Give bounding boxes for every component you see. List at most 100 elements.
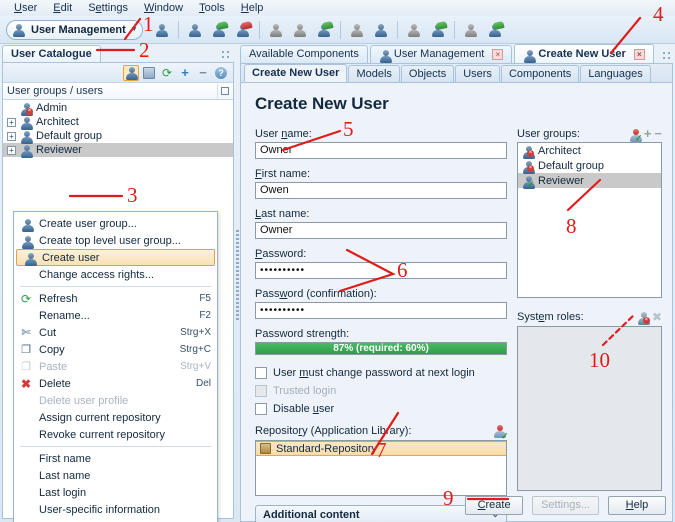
toolbar-clipboard-edit-button[interactable] bbox=[403, 19, 425, 41]
menu-item-user[interactable]: User bbox=[6, 1, 45, 15]
catalogue-remove-button[interactable]: − bbox=[195, 65, 211, 81]
password-input[interactable]: •••••••••• bbox=[255, 262, 507, 279]
tab-form-objects[interactable]: Objects bbox=[400, 65, 455, 82]
context-menu-item-label: Delete bbox=[39, 377, 71, 390]
context-menu: Create user group... Create top level us… bbox=[13, 211, 218, 522]
tab-create-new-user[interactable]: Create New User × bbox=[514, 44, 654, 63]
tab-user-catalogue[interactable]: User Catalogue bbox=[2, 45, 101, 62]
context-menu-item-cut[interactable]: ✄ Cut Strg+X bbox=[14, 324, 217, 341]
user-name-input[interactable]: Owner bbox=[255, 142, 507, 159]
tree-item-admin[interactable]: × Admin bbox=[3, 101, 233, 116]
tab-form-create-new-user[interactable]: Create New User bbox=[244, 64, 348, 82]
first-name-input[interactable]: Owen bbox=[255, 182, 507, 199]
tab-user-management[interactable]: User Management × bbox=[369, 45, 513, 63]
help-button[interactable]: Help bbox=[608, 496, 666, 515]
context-menu-item-label: First name bbox=[39, 452, 91, 465]
checkbox-disable-user[interactable] bbox=[255, 403, 267, 415]
context-menu-item-create-top-level-user-group[interactable]: Create top level user group... bbox=[14, 232, 217, 249]
context-menu-item-revoke-current-repository[interactable]: Revoke current repository bbox=[14, 426, 217, 443]
toolbar-user-red-hat-button[interactable] bbox=[232, 19, 254, 41]
user-admin-icon: × bbox=[20, 102, 33, 116]
toolbar-user-disabled-button[interactable] bbox=[265, 19, 287, 41]
close-icon[interactable]: × bbox=[633, 48, 645, 60]
user-group-item[interactable]: × Default group bbox=[518, 158, 661, 174]
toolbar-clipboard-user-button[interactable] bbox=[370, 19, 392, 41]
catalogue-help-button[interactable]: ? bbox=[213, 65, 229, 81]
tab-form-users[interactable]: Users bbox=[455, 65, 500, 82]
toolbar-key-button[interactable] bbox=[289, 19, 311, 41]
checkbox-row-disable-user[interactable]: Disable user bbox=[255, 400, 507, 418]
toolbar-lock-blue-button[interactable] bbox=[460, 19, 482, 41]
tab-label: User Management bbox=[393, 48, 485, 60]
toolbar-user-settings-button[interactable] bbox=[346, 19, 368, 41]
remove-icon[interactable]: − bbox=[654, 127, 662, 140]
group-icon bbox=[20, 130, 33, 144]
catalogue-save-button[interactable] bbox=[141, 65, 157, 81]
context-menu-item-copy[interactable]: ❐ Copy Strg+C bbox=[14, 341, 217, 358]
panel-splitter[interactable] bbox=[236, 230, 239, 320]
add-icon[interactable]: + bbox=[644, 127, 652, 140]
checkbox-row-trusted-login: Trusted login bbox=[255, 382, 507, 400]
menu-item-edit[interactable]: Edit bbox=[45, 1, 80, 15]
user-group-item[interactable]: × Architect bbox=[518, 143, 661, 159]
context-menu-item-last-login[interactable]: Last login bbox=[14, 484, 217, 501]
tab-form-languages[interactable]: Languages bbox=[580, 65, 651, 82]
expander-icon[interactable]: + bbox=[7, 131, 16, 141]
perspective-combo[interactable]: User Management ▼ bbox=[6, 19, 143, 40]
repository-assign-icon[interactable]: ✓ bbox=[493, 424, 509, 441]
last-name-input[interactable]: Owner bbox=[255, 222, 507, 239]
column-chooser-icon[interactable] bbox=[217, 84, 231, 98]
remove-role-icon[interactable]: ✖ bbox=[652, 310, 662, 324]
context-menu-item-assigned-repositories[interactable]: Assigned repositories bbox=[14, 518, 217, 522]
menu-item-tools[interactable]: Tools bbox=[191, 1, 233, 15]
tree-item-architect[interactable]: + Architect bbox=[3, 115, 233, 130]
catalogue-refresh-button[interactable]: ⟳ bbox=[159, 65, 175, 81]
close-icon[interactable]: × bbox=[492, 49, 504, 60]
context-menu-item-change-access-rights[interactable]: Change access rights... bbox=[14, 266, 217, 283]
tab-available-components[interactable]: Available Components bbox=[240, 45, 368, 63]
user-group-item[interactable]: ✓ Reviewer bbox=[518, 173, 661, 189]
context-menu-item-user-specific-information[interactable]: User-specific information bbox=[14, 501, 217, 518]
context-menu-item-assign-current-repository[interactable]: Assign current repository bbox=[14, 409, 217, 426]
user-groups-listbox[interactable]: × Architect × Default group ✓ Reviewer bbox=[517, 142, 662, 298]
context-menu-item-accel: Strg+V bbox=[180, 361, 211, 372]
catalogue-add-button[interactable]: + bbox=[177, 65, 193, 81]
catalogue-user-button[interactable] bbox=[123, 64, 139, 81]
toolbar-user-button[interactable] bbox=[151, 19, 173, 41]
expander-icon[interactable]: + bbox=[7, 117, 16, 127]
context-menu-item-rename[interactable]: Rename... F2 bbox=[14, 307, 217, 324]
user-groups-label: User groups: bbox=[517, 128, 580, 140]
create-button[interactable]: Create bbox=[465, 496, 524, 515]
toolbar-lock-green-button[interactable] bbox=[484, 19, 506, 41]
tab-form-components[interactable]: Components bbox=[500, 65, 580, 82]
assign-group-icon[interactable]: ✓ bbox=[629, 128, 642, 143]
context-menu-item-delete[interactable]: ✖ Delete Del bbox=[14, 375, 217, 392]
checkbox-row-change-password[interactable]: User must change password at next login bbox=[255, 364, 507, 382]
tree-item-default-group[interactable]: + Default group bbox=[3, 129, 233, 144]
form-button-row: Create Settings... Help bbox=[465, 496, 666, 515]
toolbar-clipboard-green-button[interactable] bbox=[427, 19, 449, 41]
checkbox-change-password[interactable] bbox=[255, 367, 267, 379]
menu-item-settings[interactable]: Settings bbox=[80, 1, 136, 15]
context-menu-item-last-name[interactable]: Last name bbox=[14, 467, 217, 484]
password-confirmation-input[interactable]: •••••••••• bbox=[255, 302, 507, 319]
expander-icon[interactable]: + bbox=[7, 145, 16, 155]
annotation-number-2: 2 bbox=[139, 38, 150, 62]
context-menu-item-create-user[interactable]: Create user bbox=[16, 249, 215, 266]
context-menu-item-create-user-group[interactable]: Create user group... bbox=[14, 215, 217, 232]
toolbar-user-edit-button[interactable] bbox=[184, 19, 206, 41]
editor-grip-icon[interactable] bbox=[662, 51, 671, 60]
tab-form-models[interactable]: Models bbox=[348, 65, 400, 82]
user-icon bbox=[155, 23, 169, 37]
context-menu-item-refresh[interactable]: ⟳ Refresh F5 bbox=[14, 290, 217, 307]
context-menu-item-first-name[interactable]: First name bbox=[14, 450, 217, 467]
chevron-down-icon[interactable]: ▼ bbox=[131, 26, 138, 33]
toolbar-user-green-hat-button[interactable] bbox=[208, 19, 230, 41]
menu-item-help[interactable]: Help bbox=[233, 1, 272, 15]
key-green-icon bbox=[317, 20, 334, 37]
context-menu-item-label: Delete user profile bbox=[39, 394, 129, 407]
panel-grip-icon[interactable] bbox=[221, 50, 230, 59]
tree-item-reviewer[interactable]: + Reviewer bbox=[3, 143, 233, 158]
toolbar-key-green-button[interactable] bbox=[313, 19, 335, 41]
add-role-icon[interactable]: × bbox=[637, 311, 650, 325]
